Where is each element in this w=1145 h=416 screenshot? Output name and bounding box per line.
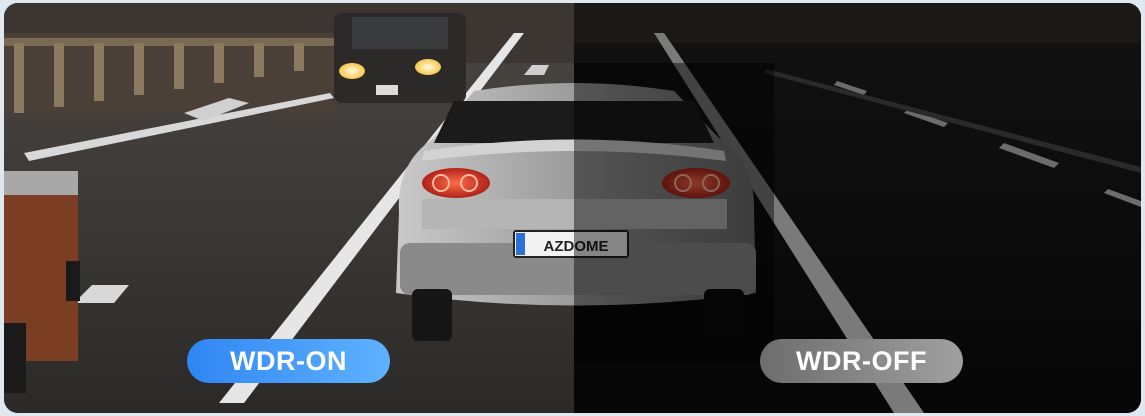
night-road-scene: AZDOME [4,3,1141,413]
wdr-off-badge: WDR-OFF [760,339,963,383]
oncoming-car [334,13,466,103]
comparison-image-frame: AZDOME WDR-ON WDR-OFF [4,3,1141,413]
wdr-on-badge: WDR-ON [187,339,390,383]
left-vehicle [4,171,80,393]
